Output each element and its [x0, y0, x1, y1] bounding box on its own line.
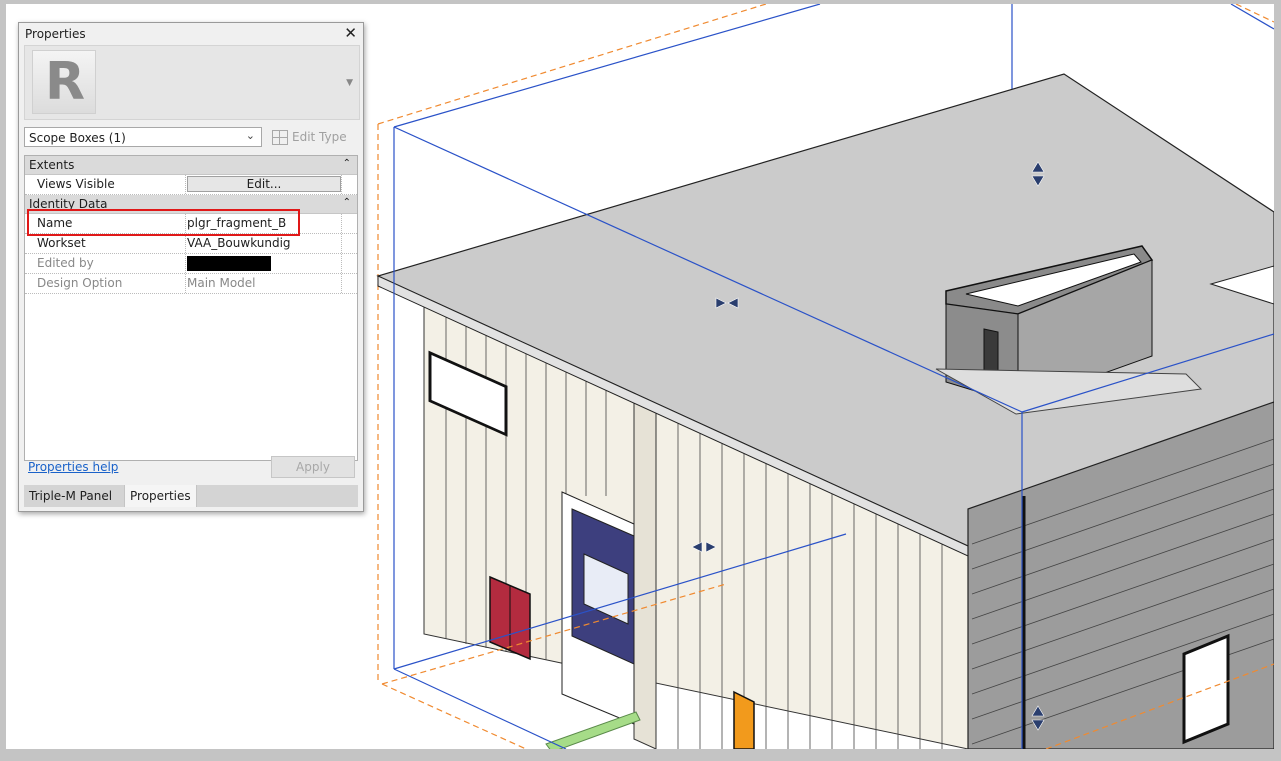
scope-box-edge	[393, 4, 821, 128]
edit-type-button[interactable]: Edit Type	[268, 127, 358, 147]
properties-help-link[interactable]: Properties help	[28, 460, 118, 474]
views-visible-edit-button[interactable]: Edit...	[187, 176, 341, 192]
collapse-icon[interactable]: ⌃	[343, 158, 351, 169]
row-design-option: Design Option Main Model	[25, 274, 357, 294]
crop-region-edge	[381, 683, 527, 749]
grid-divider	[341, 254, 343, 273]
close-icon[interactable]: ✕	[344, 24, 357, 42]
properties-titlebar[interactable]: Properties ✕	[19, 23, 363, 45]
crop-region-edge	[377, 4, 767, 125]
crop-region-edge	[1235, 4, 1274, 23]
property-key: Workset	[37, 236, 86, 250]
type-selector-row: Scope Boxes (1) ⌄ Edit Type	[24, 127, 359, 149]
property-key: Edited by	[37, 256, 94, 270]
type-selector-value: Scope Boxes (1)	[29, 131, 126, 145]
properties-grid: Extents ⌃ Views Visible Edit... Identity…	[24, 155, 358, 461]
properties-palette: Properties ✕ R ▼ Scope Boxes (1) ⌄ Edit …	[18, 22, 364, 512]
wall-return	[633, 393, 657, 749]
design-option-value: Main Model	[187, 276, 256, 290]
revit-logo: R	[32, 50, 96, 114]
grid-divider	[341, 214, 343, 233]
type-preview[interactable]: R ▼	[24, 45, 360, 120]
chevron-down-icon[interactable]: ▼	[346, 78, 353, 88]
grid-divider	[341, 274, 343, 293]
row-workset: Workset VAA_Bouwkundig	[25, 234, 357, 254]
apply-button[interactable]: Apply	[271, 456, 355, 478]
scope-box-edge	[1230, 4, 1274, 30]
property-key: Views Visible	[37, 177, 115, 191]
row-views-visible: Views Visible Edit...	[25, 175, 357, 195]
row-edited-by: Edited by	[25, 254, 357, 274]
tab-triple-m-panel[interactable]: Triple-M Panel	[24, 485, 118, 507]
redacted-value	[187, 256, 271, 271]
type-selector-dropdown[interactable]: Scope Boxes (1) ⌄	[24, 127, 262, 147]
property-key: Design Option	[37, 276, 123, 290]
grid-divider	[341, 175, 343, 194]
workset-field[interactable]: VAA_Bouwkundig	[187, 236, 291, 250]
revit-logo-letter: R	[45, 52, 86, 112]
edit-type-label: Edit Type	[292, 130, 347, 144]
name-row-highlight	[27, 209, 300, 236]
collapse-icon[interactable]: ⌃	[343, 197, 351, 208]
properties-title: Properties	[25, 27, 86, 41]
edit-type-icon	[272, 130, 288, 145]
orange-door	[733, 690, 755, 749]
tab-properties[interactable]: Properties	[124, 485, 197, 507]
chevron-down-icon: ⌄	[245, 129, 255, 142]
group-label: Extents	[29, 158, 75, 172]
green-pipe	[545, 711, 641, 749]
scope-box-edge	[393, 668, 567, 749]
grid-divider	[341, 234, 343, 253]
palette-tabs: Triple-M Panel Properties	[24, 485, 358, 507]
group-extents[interactable]: Extents ⌃	[25, 156, 357, 175]
